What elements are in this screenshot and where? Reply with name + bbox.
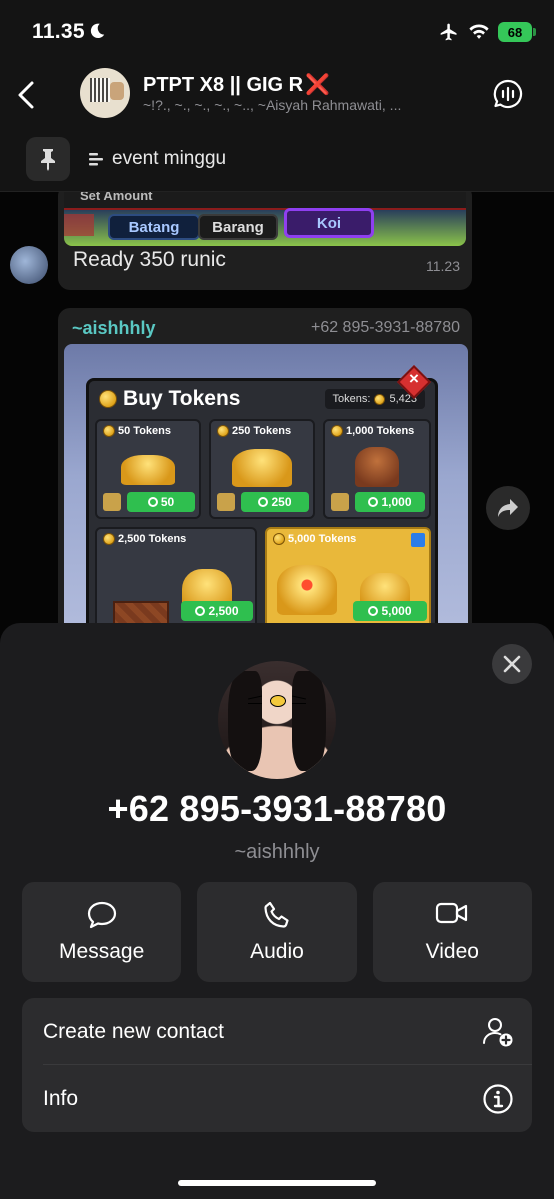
message-image[interactable]: Set Amount Batang Barang Koi — [64, 192, 466, 246]
token-price: 50 — [127, 492, 195, 512]
profile-avatar[interactable] — [218, 661, 336, 779]
chat-header: PTPT X8 || GIG R ❌ ~!?., ~., ~., ~., ~..,… — [0, 60, 554, 130]
image-pill: Koi — [284, 208, 374, 238]
gift-icon — [217, 493, 235, 511]
coin-icon — [374, 393, 386, 405]
image-pill: Batang — [108, 214, 200, 240]
info-row[interactable]: Info — [22, 1065, 532, 1132]
contact-sheet: +62 895-3931-88780 ~aishhhly Message Aud… — [0, 623, 554, 1199]
token-card: 50 Tokens 50 — [95, 419, 201, 519]
token-price: 1,000 — [355, 492, 425, 512]
sender-phone: +62 895-3931-88780 — [310, 319, 460, 336]
sender-name[interactable]: ~aishhhly — [72, 318, 156, 339]
forward-button[interactable] — [486, 486, 530, 530]
add-contact-icon — [483, 1018, 513, 1047]
profile-name: ~aishhhly — [234, 841, 320, 863]
pinned-message-bar[interactable]: event minggu — [0, 130, 554, 192]
info-label: Info — [43, 1087, 79, 1110]
voice-chat-icon[interactable] — [492, 78, 524, 110]
token-price: 2,500 — [181, 601, 253, 621]
create-new-contact-row[interactable]: Create new contact — [22, 998, 532, 1065]
shop-title: Buy Tokens — [99, 387, 240, 411]
message-button[interactable]: Message — [22, 882, 182, 982]
image-header-text: Set Amount — [80, 192, 153, 203]
status-bar: 11.35 68 — [0, 0, 554, 60]
airplane-icon — [440, 23, 457, 41]
video-label: Video — [425, 940, 479, 963]
wifi-icon — [469, 24, 489, 39]
token-card-label: 1,000 Tokens — [346, 425, 415, 437]
message-bubble[interactable]: ~aishhhly +62 895-3931-88780 Buy Tokens … — [58, 308, 472, 652]
info-icon — [483, 1084, 513, 1114]
message-label: Message — [59, 940, 145, 963]
battery-indicator: 68 — [498, 22, 536, 42]
gift-icon — [103, 493, 121, 511]
create-contact-label: Create new contact — [43, 1020, 224, 1043]
token-card-label: 250 Tokens — [232, 425, 292, 437]
token-card: 250 Tokens 250 — [209, 419, 315, 519]
coin-icon — [99, 390, 117, 408]
profile-phone: +62 895-3931-88780 — [107, 788, 447, 829]
chat-members[interactable]: ~!?., ~., ~., ~., ~.., ~Aisyah Rahmawati… — [143, 97, 453, 113]
token-price: 250 — [241, 492, 309, 512]
audio-label: Audio — [250, 940, 304, 963]
message-text: Ready 350 runic — [73, 248, 226, 271]
home-indicator[interactable] — [178, 1180, 376, 1186]
token-card-label: 50 Tokens — [118, 425, 171, 437]
token-price: 5,000 — [353, 601, 427, 621]
message-bubble[interactable]: Set Amount Batang Barang Koi Ready 350 r… — [58, 192, 472, 290]
message-time: 11.23 — [426, 258, 460, 274]
moon-icon — [90, 23, 105, 39]
token-card: 1,000 Tokens 1,000 — [323, 419, 431, 519]
shop-title-text: Buy Tokens — [123, 387, 241, 410]
pin-icon[interactable] — [26, 137, 70, 181]
message-image[interactable]: Buy Tokens Tokens: 5,423 50 Tokens 50 25… — [64, 344, 468, 652]
action-buttons: Message Audio Video — [22, 882, 532, 982]
token-card-label: 5,000 Tokens — [288, 533, 357, 545]
chat-title[interactable]: PTPT X8 || GIG R ❌ — [143, 72, 330, 97]
status-indicators: 68 — [438, 22, 536, 42]
chat-title-text: PTPT X8 || GIG R — [143, 74, 304, 96]
close-button[interactable] — [492, 644, 532, 684]
share-arrow-icon — [498, 499, 518, 517]
audio-call-button[interactable]: Audio — [197, 882, 357, 982]
close-icon — [503, 655, 521, 673]
pinned-label: event minggu — [112, 148, 227, 169]
status-time: 11.35 — [32, 20, 85, 43]
pinned-text[interactable]: event minggu — [88, 148, 226, 170]
phone-icon — [264, 901, 289, 928]
cross-mark-icon: ❌ — [305, 74, 331, 96]
token-card-label: 2,500 Tokens — [118, 533, 187, 545]
video-call-button[interactable]: Video — [372, 882, 532, 982]
list-icon — [89, 153, 103, 166]
contact-options-list: Create new contact Info — [22, 998, 532, 1132]
sender-avatar[interactable] — [10, 246, 48, 284]
video-icon — [436, 902, 468, 924]
buy-tokens-panel: Buy Tokens Tokens: 5,423 50 Tokens 50 25… — [86, 378, 438, 652]
gift-icon — [331, 493, 349, 511]
chat-area[interactable]: Set Amount Batang Barang Koi Ready 350 r… — [0, 192, 554, 652]
info-badge-icon — [411, 533, 425, 547]
image-pill: Barang — [198, 214, 278, 240]
message-icon — [87, 901, 116, 929]
group-avatar[interactable] — [80, 68, 130, 118]
back-icon[interactable] — [12, 78, 42, 112]
balance-label: Tokens: — [332, 393, 371, 405]
